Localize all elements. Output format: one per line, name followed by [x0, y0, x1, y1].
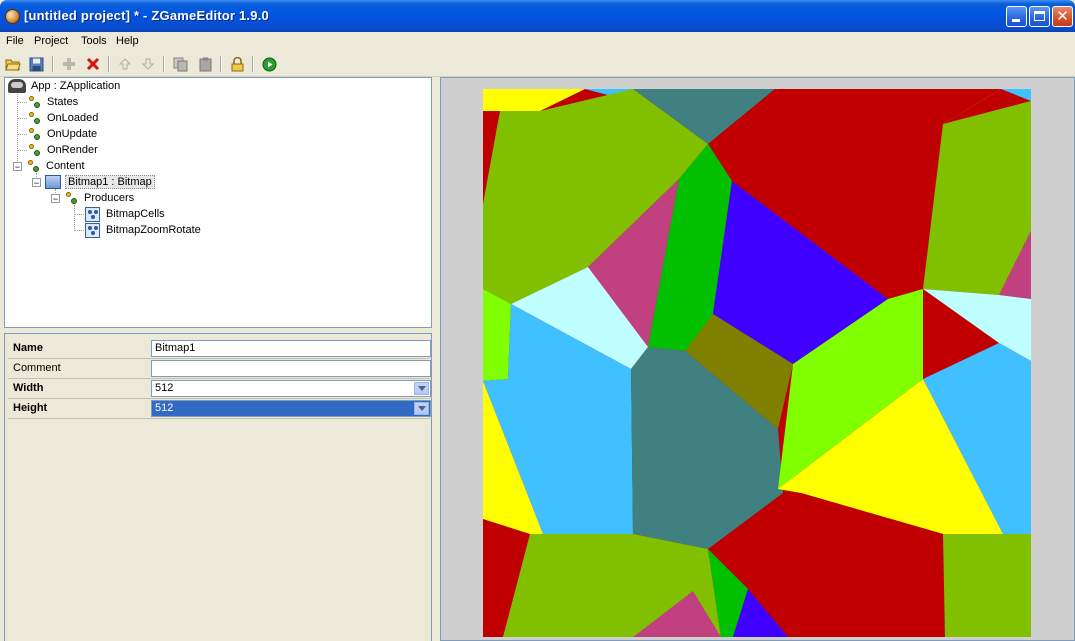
- copy-icon[interactable]: [171, 55, 189, 73]
- collapse-icon[interactable]: −: [51, 193, 60, 203]
- width-select[interactable]: 512: [151, 380, 431, 397]
- collapse-icon[interactable]: −: [32, 177, 41, 187]
- chevron-down-icon[interactable]: [414, 382, 429, 395]
- property-label: Name: [13, 342, 43, 354]
- component-icon: [26, 159, 40, 173]
- close-icon: ✕: [1056, 7, 1069, 25]
- property-label: Comment: [13, 362, 61, 374]
- collapse-icon[interactable]: −: [13, 161, 22, 171]
- property-grid: Name Bitmap1 Comment Width 512 Height 51…: [4, 333, 432, 641]
- open-folder-icon[interactable]: [4, 55, 22, 73]
- component-icon: [27, 111, 41, 125]
- save-icon[interactable]: [27, 55, 45, 73]
- move-up-icon[interactable]: [116, 55, 134, 73]
- lock-icon[interactable]: [228, 55, 246, 73]
- component-icon: [27, 95, 41, 109]
- menu-bar: File Project Tools Help: [0, 32, 1075, 51]
- paste-icon[interactable]: [196, 55, 214, 73]
- menu-file[interactable]: File: [6, 35, 24, 47]
- property-row-comment: Comment: [8, 359, 431, 379]
- project-tree[interactable]: App : ZApplication States OnLoaded OnUpd…: [4, 77, 432, 328]
- comment-field[interactable]: [151, 360, 431, 377]
- property-row-height: Height 512: [8, 399, 431, 419]
- tree-node-onrender[interactable]: OnRender: [27, 142, 100, 158]
- menu-project[interactable]: Project: [34, 35, 68, 47]
- menu-help[interactable]: Help: [116, 35, 139, 47]
- component-icon: [64, 191, 78, 205]
- property-label: Width: [13, 382, 44, 394]
- toolbar: [0, 52, 1075, 77]
- producer-icon: [85, 206, 100, 222]
- name-field[interactable]: Bitmap1: [151, 340, 431, 357]
- chevron-down-icon[interactable]: [414, 402, 429, 415]
- title-bar[interactable]: [untitled project] * - ZGameEditor 1.9.0…: [0, 0, 1075, 32]
- maximize-button[interactable]: [1029, 6, 1050, 27]
- run-icon[interactable]: [260, 55, 278, 73]
- property-row-name: Name Bitmap1: [8, 339, 431, 359]
- bitmap-preview-panel: [440, 77, 1075, 641]
- voronoi-cell: [943, 534, 1031, 637]
- tree-node-app[interactable]: App : ZApplication: [8, 78, 122, 94]
- tree-node-onloaded[interactable]: OnLoaded: [27, 110, 100, 126]
- component-icon: [27, 127, 41, 141]
- application-icon: [8, 79, 26, 93]
- tree-node-bitmapcells[interactable]: BitmapCells: [85, 206, 167, 222]
- tree-node-bitmap1[interactable]: − Bitmap1 : Bitmap: [32, 174, 155, 190]
- window-title: [untitled project] * - ZGameEditor 1.9.0: [24, 8, 269, 23]
- add-icon[interactable]: [60, 55, 78, 73]
- producer-icon: [85, 222, 100, 238]
- delete-icon[interactable]: [84, 55, 102, 73]
- app-icon[interactable]: [5, 9, 20, 24]
- close-button[interactable]: ✕: [1052, 6, 1073, 27]
- width-value: 512: [155, 382, 174, 394]
- bitmap-preview: [483, 89, 1031, 637]
- menu-tools[interactable]: Tools: [81, 35, 107, 47]
- tree-node-producers[interactable]: − Producers: [51, 190, 136, 206]
- property-label: Height: [13, 402, 48, 414]
- height-value: 512: [155, 402, 174, 414]
- component-icon: [27, 143, 41, 157]
- move-down-icon[interactable]: [139, 55, 157, 73]
- tree-node-content[interactable]: − Content: [13, 158, 87, 174]
- property-row-width: Width 512: [8, 379, 431, 399]
- tree-node-bitmapzoomrotate[interactable]: BitmapZoomRotate: [85, 222, 203, 238]
- voronoi-cell: [483, 289, 511, 381]
- tree-node-onupdate[interactable]: OnUpdate: [27, 126, 99, 142]
- minimize-button[interactable]: [1006, 6, 1027, 27]
- height-select[interactable]: 512: [151, 400, 431, 417]
- tree-node-states[interactable]: States: [27, 94, 80, 110]
- bitmap-icon: [45, 175, 61, 189]
